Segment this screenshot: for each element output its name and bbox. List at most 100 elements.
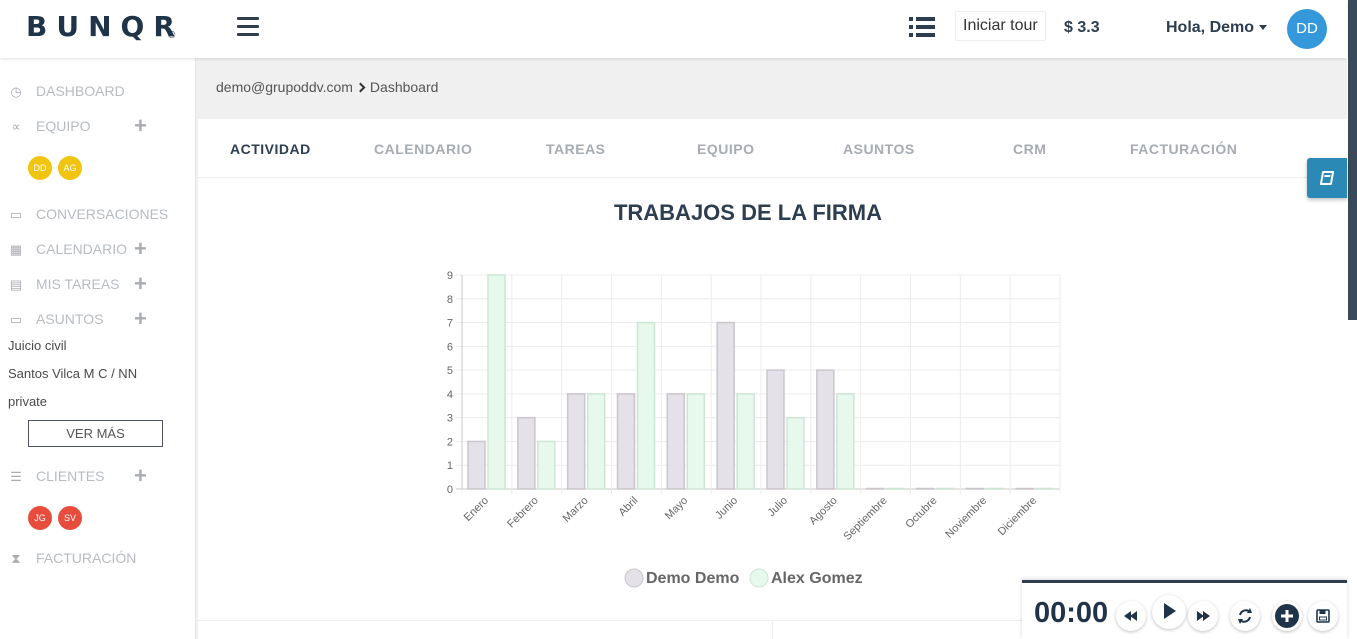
add-client-button[interactable]: +: [134, 465, 147, 487]
y-tick-label: 1: [447, 460, 453, 472]
legend-label: Alex Gomez: [771, 570, 863, 587]
add-task-button[interactable]: +: [134, 273, 147, 295]
team-avatar[interactable]: DD: [28, 156, 52, 180]
client-avatar[interactable]: SV: [58, 506, 82, 530]
sidebar-item-label: ASUNTOS: [36, 311, 104, 327]
play-button[interactable]: [1152, 595, 1186, 629]
registered-mark: ®: [168, 30, 176, 41]
bar-alex-gomez: [836, 393, 855, 490]
legend-swatch: [749, 568, 769, 588]
bar-demo-demo: [915, 487, 935, 490]
hamburger-icon[interactable]: [237, 17, 259, 37]
user-avatar[interactable]: DD: [1287, 9, 1327, 49]
rewind-icon: [1124, 611, 1137, 621]
x-tick-label: Octubre: [903, 495, 939, 531]
sidebar-item-mis-tareas[interactable]: ▤ MIS TAREAS: [8, 274, 120, 294]
bar-alex-gomez: [636, 321, 656, 490]
plus-circle-icon: [1275, 604, 1299, 628]
x-tick-label: Mayo: [663, 495, 691, 523]
fast-forward-button[interactable]: [1188, 601, 1218, 631]
bar-alex-gomez: [985, 487, 1005, 490]
bar-demo-demo: [716, 321, 735, 490]
reset-button[interactable]: [1230, 601, 1260, 631]
start-tour-button[interactable]: Iniciar tour: [955, 11, 1046, 41]
sidebar-item-label: FACTURACIÓN: [36, 550, 137, 566]
x-tick-label: Agosto: [807, 495, 840, 528]
add-time-entry-button[interactable]: [1272, 601, 1302, 631]
y-tick-label: 2: [447, 436, 453, 448]
refresh-icon: [1238, 608, 1252, 624]
calendar-icon: ▦: [9, 242, 23, 257]
x-tick-label: Junio: [713, 495, 740, 522]
breadcrumb-current: Dashboard: [369, 79, 439, 95]
bar-alex-gomez: [686, 393, 706, 490]
brand-logo[interactable]: BUNQR: [26, 10, 184, 43]
database-icon: ☰: [10, 469, 22, 484]
see-more-button[interactable]: VER MÁS: [28, 420, 163, 447]
bar-alex-gomez: [1035, 487, 1054, 490]
bar-demo-demo: [965, 487, 985, 490]
matter-link[interactable]: private: [8, 394, 47, 409]
y-tick-label: 7: [447, 318, 453, 330]
breadcrumb-account[interactable]: demo@grupoddv.com: [216, 79, 353, 95]
sidebar-item-facturacion[interactable]: ⧗ FACTURACIÓN: [8, 548, 136, 568]
caret-down-icon: [1259, 25, 1268, 31]
sidebar-item-label: CONVERSACIONES: [36, 206, 169, 222]
matter-link[interactable]: Santos Vilca M C / NN: [8, 366, 137, 381]
play-icon: [1164, 603, 1176, 619]
add-event-button[interactable]: +: [134, 238, 147, 260]
y-tick-label: 6: [447, 341, 453, 353]
y-tick-label: 9: [447, 270, 453, 282]
bar-alex-gomez: [487, 274, 506, 490]
bar-alex-gomez: [786, 416, 805, 490]
y-tick-label: 5: [447, 365, 453, 377]
y-tick-label: 8: [447, 294, 453, 306]
account-balance: $ 3.3: [1064, 19, 1100, 36]
sidebar-item-label: EQUIPO: [36, 118, 91, 134]
bar-demo-demo: [616, 393, 636, 490]
matter-link[interactable]: Juicio civil: [8, 338, 67, 353]
x-tick-label: Febrero: [505, 495, 541, 531]
bar-chart: 0 1 2 3 4 5 6 7 8 9 Enero Febrero Marzo Abril Mayo Juni…: [447, 270, 1061, 588]
bar-alex-gomez: [935, 487, 955, 490]
rewind-button[interactable]: [1116, 601, 1146, 631]
page-scrollbar-thumb[interactable]: [1348, 0, 1357, 320]
legend-swatch: [624, 568, 644, 588]
x-tick-label: Julio: [766, 495, 790, 519]
notes-toggle-button[interactable]: [1307, 158, 1347, 198]
hourglass-icon: ⧗: [11, 551, 21, 566]
dashboard-panel: ACTIVIDAD CALENDARIO TAREAS EQUIPO ASUNT…: [198, 119, 1347, 639]
sidebar-item-equipo[interactable]: ∝ EQUIPO: [8, 116, 90, 136]
tasks-icon: ▤: [9, 277, 23, 292]
client-avatar[interactable]: JG: [28, 506, 52, 530]
bar-demo-demo: [865, 487, 885, 490]
team-avatar[interactable]: AG: [58, 156, 82, 180]
x-tick-label: Marzo: [561, 495, 591, 525]
top-bar: BUNQR ® Iniciar tour $ 3.3 Hola, Demo DD: [0, 0, 1347, 58]
sidebar-item-clientes[interactable]: ☰ CLIENTES: [8, 466, 104, 486]
save-icon: [1316, 609, 1330, 623]
add-team-member-button[interactable]: +: [134, 115, 147, 137]
fast-forward-icon: [1197, 611, 1210, 621]
bar-demo-demo: [467, 440, 486, 490]
sidebar-item-calendario[interactable]: ▦ CALENDARIO: [8, 239, 127, 259]
bar-alex-gomez: [586, 393, 606, 490]
x-tick-label: Diciembre: [996, 495, 1039, 538]
legend-label: Demo Demo: [646, 570, 740, 587]
bar-demo-demo: [1015, 487, 1034, 490]
add-matter-button[interactable]: +: [134, 308, 147, 330]
save-time-button[interactable]: [1308, 601, 1338, 631]
x-tick-label: Enero: [462, 495, 491, 524]
bar-demo-demo: [666, 393, 686, 490]
list-icon[interactable]: [909, 17, 935, 37]
sidebar-item-dashboard[interactable]: ◷ DASHBOARD: [8, 81, 124, 101]
sidebar-item-asuntos[interactable]: ▭ ASUNTOS: [8, 309, 104, 329]
x-tick-label: Noviembre: [943, 495, 989, 541]
breadcrumb: demo@grupoddv.com Dashboard: [216, 79, 438, 95]
y-tick-label: 0: [447, 484, 453, 496]
sidebar-item-conversaciones[interactable]: ▭ CONVERSACIONES: [8, 204, 168, 224]
chevron-right-icon: [355, 82, 366, 93]
x-tick-label: Septiembre: [841, 495, 889, 543]
time-tracker: 00:00: [1022, 580, 1347, 639]
user-menu[interactable]: Hola, Demo: [1166, 19, 1268, 37]
